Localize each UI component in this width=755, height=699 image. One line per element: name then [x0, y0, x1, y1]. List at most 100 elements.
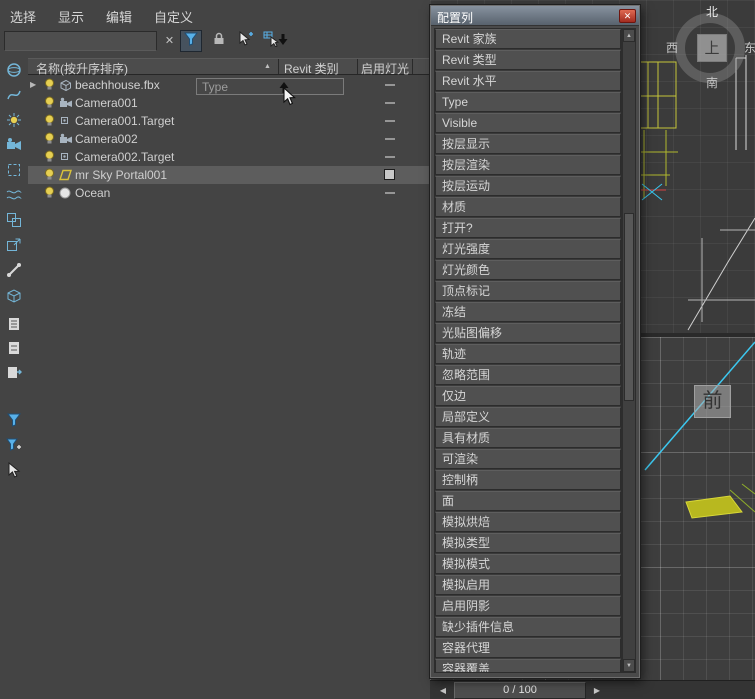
display-xrefs-icon[interactable] [2, 233, 26, 257]
object-name: Camera001 [75, 96, 138, 110]
column-option[interactable]: 容器覆盖 [435, 659, 621, 672]
dialog-scrollbar[interactable]: ▲ ▼ [622, 28, 636, 673]
column-header-name[interactable]: 名称(按升序排序) [36, 60, 128, 77]
column-option[interactable]: 按层显示 [435, 134, 621, 154]
display-groups-icon[interactable] [2, 208, 26, 232]
column-option[interactable]: 容器代理 [435, 638, 621, 658]
close-icon[interactable]: ✕ [619, 9, 636, 23]
column-option[interactable]: 材质 [435, 197, 621, 217]
next-frame-button[interactable]: ▶ [590, 683, 604, 698]
column-divider[interactable] [412, 59, 413, 74]
tree-row[interactable]: Camera002 [28, 130, 430, 148]
column-option[interactable]: 局部定义 [435, 407, 621, 427]
compass-south-label[interactable]: 南 [706, 74, 718, 91]
tree-row[interactable]: Camera002.Target [28, 148, 430, 166]
column-option[interactable]: 缺少插件信息 [435, 617, 621, 637]
display-cameras-icon[interactable] [2, 133, 26, 157]
column-option[interactable]: 模拟模式 [435, 554, 621, 574]
viewcube-front-face[interactable]: 前 [694, 385, 731, 418]
time-slider[interactable]: 0 / 100 [454, 682, 586, 699]
column-option[interactable]: 模拟烘焙 [435, 512, 621, 532]
display-bones-icon[interactable] [2, 258, 26, 282]
scroll-down-icon[interactable]: ▼ [623, 659, 635, 672]
tree-row[interactable]: mr Sky Portal001 [28, 166, 430, 184]
column-option[interactable]: 控制柄 [435, 470, 621, 490]
tree-row[interactable]: Camera001 [28, 94, 430, 112]
pick-filter-icon[interactable] [2, 458, 26, 482]
column-divider[interactable] [357, 59, 358, 74]
clear-search-icon[interactable]: ✕ [162, 34, 177, 49]
sort-ascending-icon: ▲ [264, 63, 271, 70]
lock-button[interactable] [208, 30, 230, 52]
compass-west-label[interactable]: 西 [666, 39, 678, 56]
filter-funnel-icon[interactable] [2, 408, 26, 432]
column-option[interactable]: 灯光颜色 [435, 260, 621, 280]
column-option[interactable]: 顶点标记 [435, 281, 621, 301]
camera-icon [59, 97, 73, 112]
padlock-icon [213, 32, 225, 50]
display-shapes-icon[interactable] [2, 83, 26, 107]
previous-frame-button[interactable]: ◀ [436, 683, 450, 698]
scroll-up-icon[interactable]: ▲ [623, 29, 635, 42]
column-option[interactable]: 灯光强度 [435, 239, 621, 259]
column-option[interactable]: 可渲染 [435, 449, 621, 469]
column-option[interactable]: 轨迹 [435, 344, 621, 364]
column-option[interactable]: 面 [435, 491, 621, 511]
visibility-bulb-icon[interactable] [44, 96, 55, 112]
compass-east-label[interactable]: 东 [744, 39, 755, 56]
display-lights-icon[interactable] [2, 108, 26, 132]
column-header-light-enabled[interactable]: 启用灯光 [361, 60, 409, 77]
menu-display[interactable]: 显示 [58, 7, 84, 28]
display-space-warps-icon[interactable] [2, 183, 26, 207]
column-option[interactable]: 忽略范围 [435, 365, 621, 385]
tree-row[interactable]: Ocean [28, 184, 430, 202]
column-header-revit-category[interactable]: Revit 类别 [284, 60, 339, 77]
filter-set-icon[interactable] [2, 433, 26, 457]
column-option[interactable]: Visible [435, 113, 621, 133]
column-option[interactable]: 模拟启用 [435, 575, 621, 595]
tree-row[interactable]: Camera001.Target [28, 112, 430, 130]
column-option[interactable]: 冻结 [435, 302, 621, 322]
column-option[interactable]: 模拟类型 [435, 533, 621, 553]
menu-select[interactable]: 选择 [10, 7, 36, 28]
scrollbar-thumb[interactable] [624, 213, 634, 401]
column-option[interactable]: Revit 类型 [435, 50, 621, 70]
camera-icon [59, 133, 73, 148]
visibility-bulb-icon[interactable] [44, 132, 55, 148]
expand-all-icon[interactable] [2, 312, 26, 336]
viewcube-top-face[interactable]: 上 [697, 34, 727, 62]
visibility-bulb-icon[interactable] [44, 150, 55, 166]
column-option[interactable]: Revit 水平 [435, 71, 621, 91]
column-option[interactable]: 具有材质 [435, 428, 621, 448]
compass-north-label[interactable]: 北 [706, 3, 718, 20]
sync-selection-icon[interactable] [2, 360, 26, 384]
pick-add-button[interactable] [235, 30, 257, 52]
column-option[interactable]: 光贴图偏移 [435, 323, 621, 343]
dialog-title[interactable]: 配置列 [431, 6, 639, 26]
visibility-bulb-icon[interactable] [44, 168, 55, 184]
column-option[interactable]: 按层渲染 [435, 155, 621, 175]
viewcube-compass[interactable]: 上 北 南 东 西 [666, 5, 755, 91]
menu-customize[interactable]: 自定义 [154, 7, 193, 28]
column-option[interactable]: 仅边 [435, 386, 621, 406]
collapse-all-icon[interactable] [2, 336, 26, 360]
search-input[interactable] [4, 31, 157, 51]
menu-edit[interactable]: 编辑 [106, 7, 132, 28]
display-containers-icon[interactable] [2, 283, 26, 307]
column-divider[interactable] [278, 59, 279, 74]
column-option[interactable]: 按层运动 [435, 176, 621, 196]
display-helpers-icon[interactable] [2, 158, 26, 182]
target-icon [59, 151, 70, 165]
object-name: Camera001.Target [75, 114, 175, 128]
display-geometry-icon[interactable] [2, 58, 26, 82]
column-option[interactable]: 打开? [435, 218, 621, 238]
visibility-bulb-icon[interactable] [44, 114, 55, 130]
display-filter-button[interactable] [180, 30, 202, 52]
visibility-bulb-icon[interactable] [44, 78, 55, 94]
column-option[interactable]: 启用阴影 [435, 596, 621, 616]
visibility-bulb-icon[interactable] [44, 186, 55, 202]
expand-arrow-icon[interactable]: ▶ [30, 80, 36, 89]
column-option[interactable]: Type [435, 92, 621, 112]
light-enabled-checkbox[interactable] [384, 169, 395, 180]
column-option[interactable]: Revit 家族 [435, 29, 621, 49]
